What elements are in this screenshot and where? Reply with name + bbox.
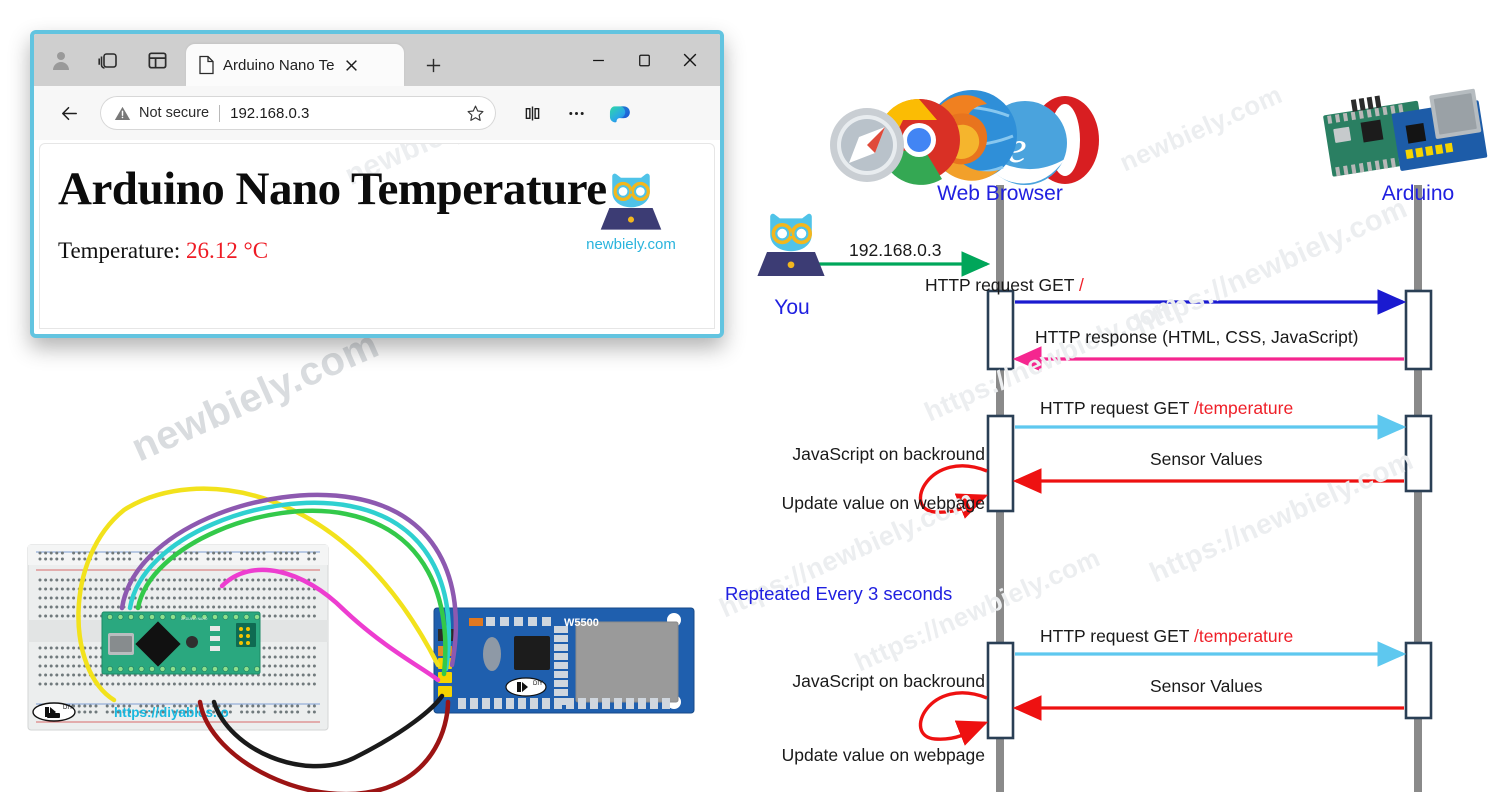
message-text: HTTP request GET (925, 275, 1079, 295)
page-icon (199, 55, 214, 75)
security-status-label: Not secure (139, 105, 210, 121)
maximize-button[interactable] (622, 38, 666, 82)
minimize-button[interactable] (576, 38, 620, 82)
svg-text:DIY: DIY (63, 705, 73, 711)
w5500-module: W5500 DIY (433, 607, 695, 714)
site-logo: newbiely.com (576, 172, 686, 253)
actor-label-web-browser: Web Browser (937, 182, 1063, 205)
owl-laptop-icon (757, 213, 825, 276)
screenshot-root: newbiely.com newbiely.com (0, 0, 1508, 792)
temperature-readout: Temperature: 26.12 °C (58, 238, 268, 264)
owl-laptop-icon (600, 173, 662, 230)
divider (219, 104, 221, 122)
browser-logos-icon: e (830, 90, 1099, 185)
logo-caption: newbiely.com (586, 236, 676, 253)
note-update-value-1: Update value on webpage (781, 493, 985, 513)
page-viewport: newbiely.com Arduino Nano Temperature Te… (40, 144, 714, 328)
address-bar[interactable]: Not secure 192.168.0.3 (100, 96, 496, 130)
message-text: HTTP request GET (1040, 398, 1194, 418)
browser-toolbar: Not secure 192.168.0.3 (34, 86, 720, 140)
svg-text:DIY: DIY (533, 681, 543, 687)
arduino-nano-board-icon (1323, 88, 1488, 177)
ellipsis-icon[interactable] (556, 94, 596, 132)
note-javascript-background-2: JavaScript on backround (792, 671, 985, 691)
actor-label-you: You (774, 296, 810, 319)
message-accent: /temperature (1194, 626, 1294, 646)
note-javascript-background-1: JavaScript on backround (792, 444, 985, 464)
actor-label-arduino: Arduino (1381, 182, 1455, 205)
temperature-value: 26.12 °C (186, 238, 269, 263)
message-label-sensor-values-1: Sensor Values (1150, 449, 1263, 469)
svg-text:https://diyables.io: https://diyables.io (114, 705, 229, 720)
browser-window: Arduino Nano Te Not secure 192.168.0.3 A… (30, 30, 724, 338)
new-tab-button[interactable] (418, 50, 448, 80)
not-secure-warning-icon (114, 106, 131, 120)
copilot-icon[interactable] (600, 94, 640, 132)
wiring-diagram: DIY https://diyables.io ARDUINO NANO W55… (27, 486, 695, 792)
back-button[interactable] (46, 93, 92, 133)
message-label-get-temperature-1: HTTP request GET /temperature (1040, 398, 1293, 419)
arduino-nano-board: ARDUINO NANO (101, 611, 261, 675)
sequence-diagram: e https://newbiely.com https://newbiely.… (715, 0, 1508, 792)
note-update-value-2: Update value on webpage (781, 745, 985, 765)
message-label-get-temperature-2: HTTP request GET /temperature (1040, 626, 1293, 647)
message-label-ip: 192.168.0.3 (849, 240, 942, 260)
temperature-label: Temperature: (58, 238, 181, 263)
message-accent: / (1079, 275, 1084, 295)
message-accent: /temperature (1194, 398, 1294, 418)
message-text: HTTP request GET (1040, 626, 1194, 646)
window-close-button[interactable] (668, 38, 712, 82)
message-label-http-response: HTTP response (HTML, CSS, JavaScript) (1035, 327, 1359, 347)
star-icon[interactable] (464, 102, 486, 124)
note-repeat-interval: Repteated Every 3 seconds (725, 583, 953, 604)
profile-avatar-icon[interactable] (46, 45, 76, 75)
split-pane-icon[interactable] (142, 45, 172, 75)
split-screen-icon[interactable] (512, 94, 552, 132)
page-title: Arduino Nano Temperature (58, 163, 607, 215)
workspaces-icon[interactable] (94, 45, 124, 75)
url-input[interactable]: 192.168.0.3 (230, 105, 464, 122)
browser-tab[interactable]: Arduino Nano Te (186, 44, 404, 86)
browser-title-bar: Arduino Nano Te (34, 34, 720, 86)
svg-text:W5500: W5500 (564, 617, 599, 629)
message-label-get-root: HTTP request GET / (925, 275, 1084, 296)
svg-text:ARDUINO NANO: ARDUINO NANO (181, 617, 208, 621)
close-icon[interactable] (342, 56, 360, 74)
tab-title: Arduino Nano Te (223, 56, 335, 74)
message-label-sensor-values-2: Sensor Values (1150, 676, 1263, 696)
